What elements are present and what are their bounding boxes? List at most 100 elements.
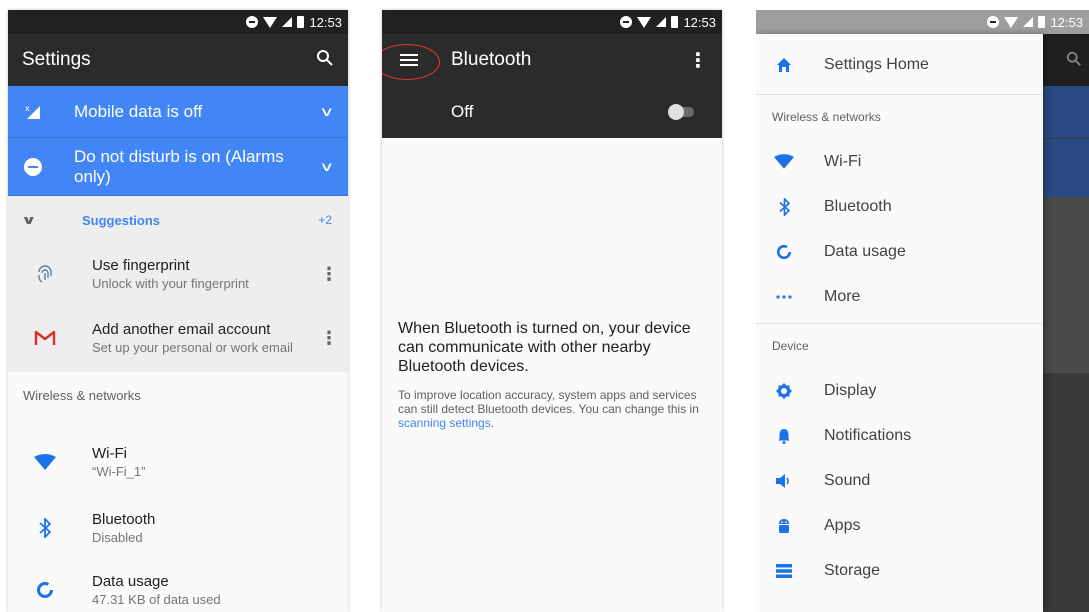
- bluetooth-icon: [24, 518, 66, 538]
- home-icon: [774, 57, 794, 73]
- drawer-screen: 12:53 Settings Home Wireless & networks …: [756, 10, 1089, 612]
- sound-icon: [774, 473, 794, 488]
- settings-toolbar: Settings: [8, 34, 348, 86]
- suggestion-title: Add another email account: [92, 321, 271, 338]
- drawer-item-data-usage[interactable]: Data usage: [756, 229, 1043, 274]
- chevron-down-icon[interactable]: ∨: [320, 104, 335, 120]
- suggestions-label: Suggestions: [82, 212, 161, 228]
- item-title: Wi-Fi: [92, 445, 127, 462]
- gmail-icon: [24, 330, 66, 346]
- storage-icon: [774, 563, 794, 578]
- navigation-drawer: Settings Home Wireless & networks Wi-Fi …: [756, 34, 1043, 612]
- suggestion-fingerprint[interactable]: Use fingerprint Unlock with your fingerp…: [8, 244, 348, 304]
- signal-status-icon: [656, 17, 667, 27]
- drawer-item-storage[interactable]: Storage: [756, 548, 1043, 593]
- condition-label: Do not disturb is on (Alarms only): [74, 146, 284, 186]
- do-not-disturb-icon: [24, 157, 42, 176]
- status-bar: 12:53: [382, 10, 722, 34]
- battery-status-icon: [671, 16, 679, 28]
- notifications-icon: [774, 428, 794, 444]
- data-usage-icon: [24, 581, 66, 599]
- drawer-item-more[interactable]: More: [756, 274, 1043, 319]
- search-icon: [1066, 51, 1081, 66]
- suggestion-email[interactable]: Add another email account Set up your pe…: [8, 304, 348, 372]
- item-subtitle: “Wi-Fi_1”: [92, 464, 146, 479]
- wifi-icon: [24, 454, 66, 470]
- settings-item-bluetooth[interactable]: Bluetooth Disabled: [8, 496, 348, 560]
- suggestions-count: +2: [318, 213, 332, 227]
- item-title: Data usage: [92, 573, 169, 590]
- bluetooth-empty-state: When Bluetooth is turned on, your device…: [398, 319, 706, 430]
- dnd-status-icon: [987, 16, 1000, 28]
- drawer-item-label: Sound: [824, 471, 871, 489]
- status-bar: 12:53: [8, 10, 348, 34]
- status-time: 12:53: [683, 14, 716, 30]
- bluetooth-screen: 12:53 Bluetooth ⋮ Off When Bluetooth is …: [382, 10, 722, 612]
- item-subtitle: 47.31 KB of data used: [92, 592, 221, 607]
- drawer-item-label: Display: [824, 381, 877, 399]
- dnd-status-icon: [620, 16, 633, 28]
- wifi-status-icon: [1004, 16, 1019, 28]
- svg-text:x: x: [25, 104, 30, 113]
- condition-card-mobile-data[interactable]: x Mobile data is off ∨: [8, 86, 348, 138]
- settings-item-data-usage[interactable]: Data usage 47.31 KB of data used: [8, 560, 348, 612]
- bluetooth-message: When Bluetooth is turned on, your device…: [398, 320, 691, 375]
- overflow-menu-icon[interactable]: ⋮: [320, 328, 338, 349]
- drawer-scrim[interactable]: [1043, 34, 1089, 612]
- item-title: Bluetooth: [92, 511, 156, 528]
- settings-screen: 12:53 Settings x Mobile data is off ∨ Do…: [8, 10, 348, 612]
- overflow-menu-icon[interactable]: ⋮: [688, 48, 708, 73]
- overflow-menu-icon[interactable]: ⋮: [320, 264, 338, 285]
- status-time: 12:53: [309, 14, 342, 30]
- more-icon: [774, 294, 794, 299]
- drawer-item-label: Bluetooth: [824, 197, 892, 215]
- drawer-item-bluetooth[interactable]: Bluetooth: [756, 184, 1043, 229]
- bluetooth-scanning-note: To improve location accuracy, system app…: [398, 388, 699, 430]
- switch-label: Off: [451, 102, 474, 121]
- data-usage-icon: [774, 244, 794, 260]
- wifi-status-icon: [637, 16, 652, 28]
- drawer-section-device: Device: [772, 339, 809, 353]
- drawer-item-label: Wi-Fi: [824, 152, 862, 170]
- status-bar: 12:53: [756, 10, 1089, 34]
- condition-label: Mobile data is off: [74, 101, 203, 121]
- drawer-item-wifi[interactable]: Wi-Fi: [756, 139, 1043, 184]
- mobile-data-off-icon: x: [22, 104, 44, 120]
- fingerprint-icon: [24, 264, 66, 284]
- drawer-item-apps[interactable]: Apps: [756, 503, 1043, 548]
- suggestion-subtitle: Set up your personal or work email: [92, 340, 293, 355]
- drawer-section-wireless: Wireless & networks: [772, 110, 881, 124]
- drawer-item-settings-home[interactable]: Settings Home: [756, 34, 1043, 94]
- chevron-down-icon[interactable]: ∨: [21, 213, 69, 227]
- drawer-item-display[interactable]: Display: [756, 368, 1043, 413]
- battery-status-icon: [1038, 16, 1046, 28]
- drawer-item-notifications[interactable]: Notifications: [756, 413, 1043, 458]
- section-header-wireless: Wireless & networks: [23, 387, 141, 403]
- drawer-item-label: Storage: [824, 561, 881, 579]
- apps-icon: [774, 518, 794, 534]
- signal-status-icon: [1023, 17, 1034, 27]
- signal-status-icon: [282, 17, 293, 27]
- drawer-item-label: Settings Home: [824, 56, 929, 73]
- scanning-settings-link[interactable]: scanning settings: [398, 416, 491, 430]
- drawer-item-sound[interactable]: Sound: [756, 458, 1043, 503]
- suggestions-header[interactable]: ∨ Suggestions +2: [8, 196, 348, 244]
- condition-card-dnd[interactable]: Do not disturb is on (Alarms only) ∨: [8, 138, 348, 196]
- suggestion-subtitle: Unlock with your fingerprint: [92, 276, 249, 291]
- drawer-item-label: More: [824, 287, 861, 305]
- suggestion-title: Use fingerprint: [92, 257, 190, 274]
- page-title: Bluetooth: [451, 49, 532, 70]
- settings-item-wifi[interactable]: Wi-Fi “Wi-Fi_1”: [8, 418, 348, 496]
- drawer-item-label: Apps: [824, 516, 861, 534]
- drawer-item-label: Data usage: [824, 242, 906, 260]
- search-icon[interactable]: [316, 49, 334, 72]
- dnd-status-icon: [246, 16, 259, 28]
- bluetooth-switch-bar[interactable]: Off: [382, 86, 722, 138]
- wifi-status-icon: [263, 16, 278, 28]
- page-title: Settings: [22, 49, 91, 70]
- chevron-down-icon[interactable]: ∨: [320, 159, 335, 175]
- display-icon: [774, 382, 794, 399]
- bluetooth-toggle[interactable]: [668, 104, 696, 120]
- item-subtitle: Disabled: [92, 530, 143, 545]
- drawer-item-label: Notifications: [824, 426, 912, 444]
